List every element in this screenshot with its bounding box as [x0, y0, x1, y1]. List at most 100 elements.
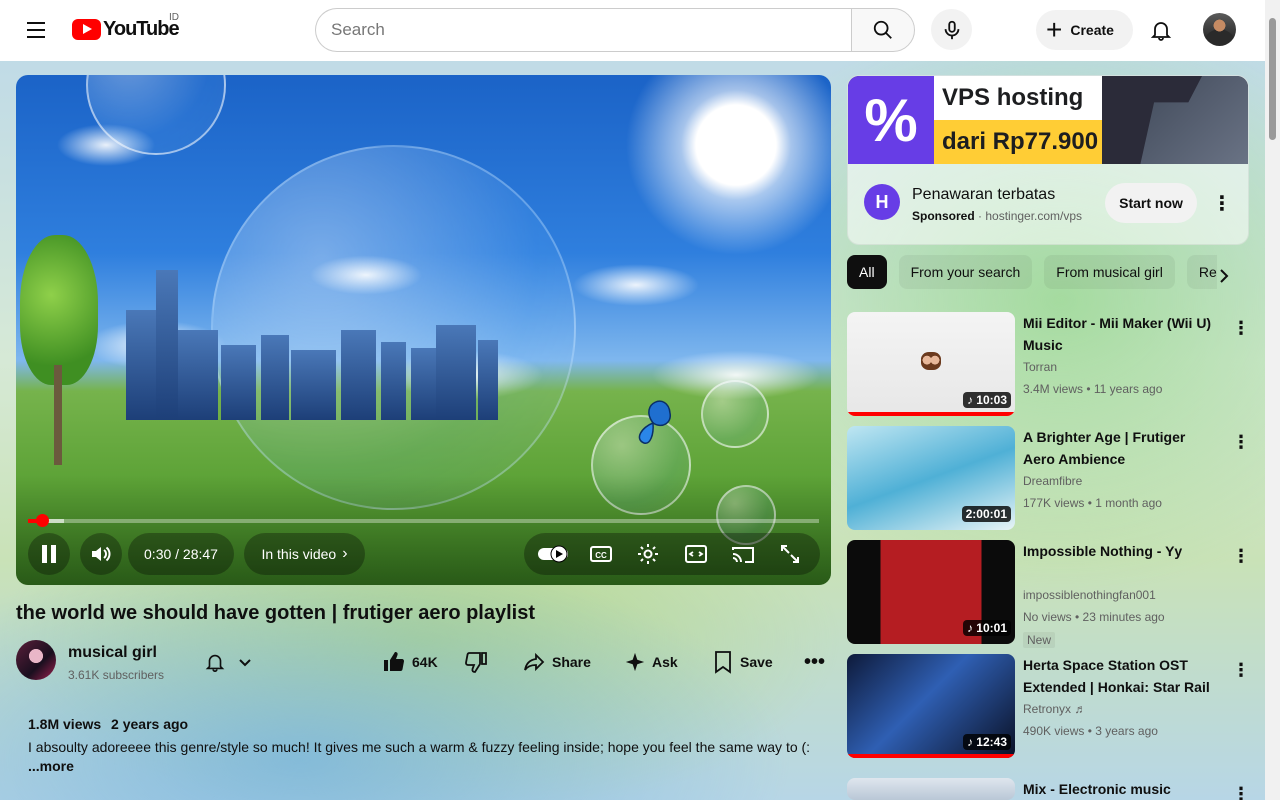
svg-text:CC: CC: [595, 551, 607, 560]
new-badge: New: [1023, 632, 1056, 648]
chips-next-button[interactable]: [1210, 262, 1238, 290]
dislike-button[interactable]: [464, 642, 494, 682]
chevron-down-icon: [238, 659, 251, 667]
autoplay-toggle-icon: [537, 545, 568, 563]
video-player[interactable]: 0:30 / 28:47 In this video › CC: [16, 75, 831, 585]
menu-icon[interactable]: [24, 19, 48, 43]
voice-search-button[interactable]: [931, 9, 972, 50]
miniplayer-button[interactable]: [676, 536, 716, 572]
hostinger-logo: H: [864, 184, 900, 220]
video-title: Mii Editor - Mii Maker (Wii U) Music: [1023, 315, 1212, 353]
progress-bar[interactable]: [28, 514, 819, 527]
cast-button[interactable]: [723, 536, 763, 572]
sponsored-label: Sponsored: [912, 209, 975, 223]
more-vertical-icon[interactable]: ⋮: [1232, 658, 1250, 682]
more-horizontal-icon: •••: [804, 650, 826, 673]
in-this-video-button[interactable]: In this video ›: [244, 533, 365, 575]
video-channel: Dreamfibre: [1023, 474, 1083, 488]
description-box[interactable]: 1.8M views 2 years ago I absoulty adoree…: [16, 708, 831, 800]
youtube-logo[interactable]: YouTube: [72, 18, 180, 41]
recommended-video[interactable]: ♪ 10:03 Mii Editor - Mii Maker (Wii U) M…: [847, 312, 1257, 416]
video-channel: impossiblenothingfan001: [1023, 588, 1156, 602]
more-vertical-icon[interactable]: ⋮: [1232, 544, 1250, 568]
in-this-video-label: In this video: [261, 546, 337, 562]
chip-all[interactable]: All: [847, 255, 887, 289]
scrollbar-thumb[interactable]: [1269, 18, 1276, 140]
ask-button[interactable]: Ask: [624, 642, 678, 682]
video-title: Impossible Nothing - Yy: [1023, 543, 1183, 559]
country-code: ID: [169, 12, 179, 23]
logo-text: YouTube: [103, 18, 180, 40]
recommended-video[interactable]: 2:00:01 A Brighter Age | Frutiger Aero A…: [847, 426, 1257, 530]
video-thumbnail[interactable]: ♪ 10:03: [847, 312, 1015, 416]
create-button[interactable]: + Create: [1036, 10, 1133, 50]
video-thumbnail[interactable]: ♪ 10:01: [847, 540, 1015, 644]
notifications-button[interactable]: [1142, 11, 1180, 49]
video-title: A Brighter Age | Frutiger Aero Ambience: [1023, 429, 1186, 467]
microphone-icon: [944, 20, 959, 39]
search-icon: [873, 20, 892, 39]
chevron-right-icon: ›: [342, 545, 348, 562]
ad-start-now-button[interactable]: Start now: [1105, 183, 1197, 223]
share-icon: [524, 652, 545, 672]
cast-icon: [731, 547, 754, 563]
chip-from-channel[interactable]: From musical girl: [1044, 255, 1175, 289]
view-count: 1.8M views: [28, 716, 102, 732]
subscription-notification-button[interactable]: [190, 642, 266, 682]
fullscreen-button[interactable]: [770, 536, 810, 572]
recommended-video[interactable]: ♪ 10:01 Impossible Nothing - Yy impossib…: [847, 540, 1257, 648]
recommended-video[interactable]: ♪ 12:43 Herta Space Station OST Extended…: [847, 654, 1257, 758]
more-vertical-icon[interactable]: ⋮: [1232, 430, 1250, 454]
video-stats: 177K views • 1 month ago: [1023, 496, 1162, 510]
captions-button[interactable]: CC: [581, 536, 621, 572]
scrubber-handle[interactable]: [35, 514, 49, 527]
skyline-building: [156, 270, 178, 420]
fullscreen-icon: [781, 545, 800, 563]
description-text: I absoulty adoreeee this genre/style so …: [28, 739, 811, 755]
more-vertical-icon[interactable]: ⋮: [1210, 191, 1234, 215]
filter-chips: All From your search From musical girl R…: [847, 255, 1217, 289]
ad-banner[interactable]: % VPS hosting dari Rp77.900: [848, 76, 1248, 164]
sponsored-ad[interactable]: % VPS hosting dari Rp77.900 H Penawaran …: [847, 75, 1249, 245]
skyline-building: [478, 340, 498, 420]
channel-avatar[interactable]: [16, 640, 56, 680]
autoplay-toggle[interactable]: [534, 536, 574, 572]
bookmark-icon: [715, 651, 731, 674]
account-avatar[interactable]: [1203, 13, 1236, 46]
recommended-video[interactable]: Mix - Electronic music ⋮: [847, 778, 1257, 800]
bubble: [211, 145, 576, 510]
search-button[interactable]: [851, 8, 915, 52]
video-thumbnail[interactable]: ♪ 12:43: [847, 654, 1015, 758]
save-label: Save: [740, 654, 773, 670]
channel-name[interactable]: musical girl: [68, 644, 157, 662]
thumbs-up-icon: [384, 652, 405, 672]
search-input[interactable]: [315, 8, 851, 52]
video-stats: 490K views • 3 years ago: [1023, 724, 1158, 738]
pause-button[interactable]: [28, 533, 70, 575]
more-actions-button[interactable]: •••: [804, 642, 825, 682]
more-vertical-icon[interactable]: ⋮: [1232, 316, 1250, 340]
watched-progress: [847, 754, 1015, 758]
create-label: Create: [1070, 22, 1114, 38]
bubble: [86, 75, 226, 155]
share-button[interactable]: Share: [522, 642, 591, 682]
time-display: 0:30 / 28:47: [128, 533, 234, 575]
video-title: Herta Space Station OST Extended | Honka…: [1023, 657, 1210, 695]
bubble: [701, 380, 769, 448]
skyline-building: [261, 335, 289, 420]
volume-button[interactable]: [80, 533, 122, 575]
description-more-link[interactable]: ...more: [28, 758, 819, 774]
ad-domain: hostinger.com/vps: [985, 209, 1083, 223]
video-duration: ♪ 10:01: [962, 620, 1011, 636]
video-thumbnail[interactable]: [847, 778, 1015, 800]
save-button[interactable]: Save: [712, 642, 773, 682]
captions-icon: CC: [589, 546, 612, 562]
chip-from-your-search[interactable]: From your search: [898, 255, 1033, 289]
like-button[interactable]: 64K: [382, 642, 438, 682]
video-thumbnail[interactable]: 2:00:01: [847, 426, 1015, 530]
page-scrollbar[interactable]: [1265, 0, 1280, 800]
description-meta: 1.8M views 2 years ago: [28, 716, 819, 732]
more-vertical-icon[interactable]: ⋮: [1232, 782, 1250, 800]
tree-trunk: [54, 365, 62, 465]
settings-button[interactable]: [628, 536, 668, 572]
